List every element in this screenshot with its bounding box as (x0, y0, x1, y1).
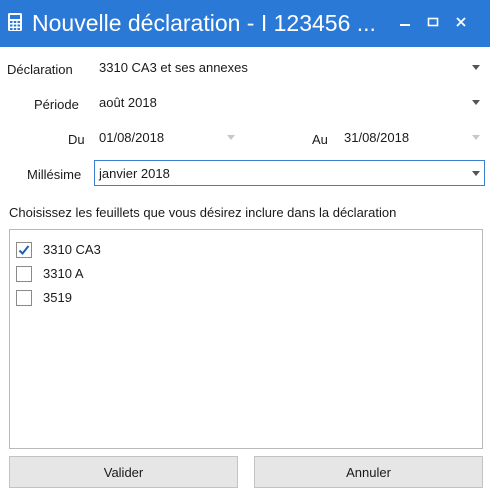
sheets-list[interactable]: 3310 CA3 3310 A 3519 (9, 229, 483, 449)
close-button[interactable] (451, 12, 471, 32)
sheet-label: 3310 CA3 (43, 242, 101, 257)
chevron-down-icon (227, 135, 235, 140)
declaration-label: Déclaration (7, 62, 73, 77)
chevron-down-icon (472, 65, 480, 70)
au-label: Au (312, 132, 328, 147)
list-item[interactable]: 3519 (10, 287, 310, 309)
sheets-instruction: Choisissez les feuillets que vous désire… (9, 205, 397, 220)
minimize-icon (400, 24, 410, 26)
millesime-value: janvier 2018 (99, 166, 170, 181)
title-bar: Nouvelle déclaration - I 123456 ... (0, 0, 490, 47)
sheet-checkbox-3310-ca3[interactable] (16, 242, 32, 258)
sheet-checkbox-3519[interactable] (16, 290, 32, 306)
chevron-down-icon (472, 171, 480, 176)
chevron-down-icon (472, 135, 480, 140)
declaration-value: 3310 CA3 et ses annexes (99, 60, 248, 75)
periode-select[interactable]: août 2018 (95, 91, 484, 115)
maximize-button[interactable] (423, 12, 443, 32)
calculator-icon (7, 12, 23, 32)
window-title: Nouvelle déclaration - I 123456 ... (32, 10, 376, 36)
au-date-picker[interactable]: 31/08/2018 (340, 126, 484, 150)
check-icon (18, 245, 30, 255)
sheet-checkbox-3310-a[interactable] (16, 266, 32, 282)
minimize-button[interactable] (395, 12, 415, 32)
sheet-label: 3519 (43, 290, 72, 305)
millesime-select[interactable]: janvier 2018 (94, 160, 485, 186)
declaration-select[interactable]: 3310 CA3 et ses annexes (95, 56, 484, 80)
periode-label: Période (34, 97, 79, 112)
close-icon (456, 17, 466, 27)
list-item[interactable]: 3310 A (10, 263, 310, 285)
au-value: 31/08/2018 (344, 130, 410, 145)
chevron-down-icon (472, 100, 480, 105)
du-value: 01/08/2018 (99, 130, 165, 145)
maximize-icon (427, 17, 439, 27)
annuler-button[interactable]: Annuler (254, 456, 483, 488)
periode-value: août 2018 (99, 95, 157, 110)
du-label: Du (68, 132, 85, 147)
valider-button[interactable]: Valider (9, 456, 238, 488)
du-date-picker[interactable]: 01/08/2018 (95, 126, 239, 150)
millesime-label: Millésime (27, 167, 82, 182)
sheet-label: 3310 A (43, 266, 84, 281)
list-item[interactable]: 3310 CA3 (10, 239, 310, 261)
